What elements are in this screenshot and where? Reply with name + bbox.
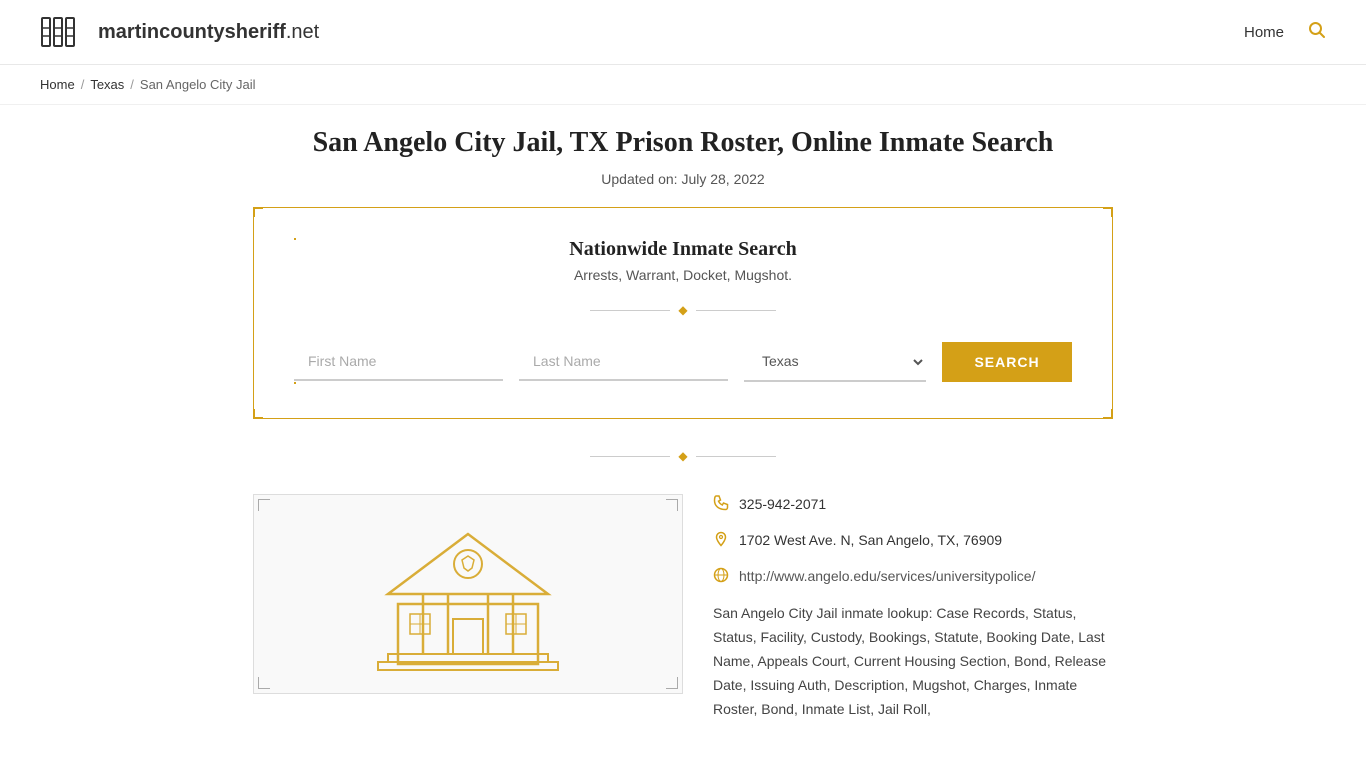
img-corner-br <box>666 677 678 689</box>
last-name-input[interactable] <box>519 343 728 381</box>
site-logo[interactable]: martincountysheriff.net <box>40 14 319 50</box>
search-fields: Texas Alabama Alaska Arizona Arkansas Ca… <box>294 342 1072 382</box>
website-link[interactable]: http://www.angelo.edu/services/universit… <box>739 566 1035 587</box>
phone-icon <box>713 495 729 516</box>
search-button[interactable]: SEARCH <box>942 342 1072 382</box>
description-text: San Angelo City Jail inmate lookup: Case… <box>713 602 1113 721</box>
main-content: San Angelo City Jail, TX Prison Roster, … <box>233 105 1133 741</box>
address-item: 1702 West Ave. N, San Angelo, TX, 76909 <box>713 530 1113 552</box>
logo-icon <box>40 14 88 50</box>
website-item: http://www.angelo.edu/services/universit… <box>713 566 1113 588</box>
state-select[interactable]: Texas Alabama Alaska Arizona Arkansas Ca… <box>744 342 926 382</box>
site-header: martincountysheriff.net Home <box>0 0 1366 65</box>
jail-contact-info: 325-942-2071 1702 West Ave. N, San Angel… <box>713 494 1113 721</box>
header-nav: Home <box>1244 21 1326 44</box>
img-corner-bl <box>258 677 270 689</box>
page-title: San Angelo City Jail, TX Prison Roster, … <box>253 125 1113 161</box>
diamond-icon-2: ◆ <box>678 449 687 464</box>
globe-icon <box>713 567 729 588</box>
location-icon <box>713 531 729 552</box>
search-box-title: Nationwide Inmate Search <box>294 238 1072 261</box>
img-corner-tl <box>258 499 270 511</box>
breadcrumb-sep-1: / <box>81 77 85 92</box>
phone-text: 325-942-2071 <box>739 494 826 515</box>
breadcrumb: Home / Texas / San Angelo City Jail <box>0 65 1366 105</box>
search-container: Nationwide Inmate Search Arrests, Warran… <box>253 207 1113 419</box>
nav-home[interactable]: Home <box>1244 24 1284 41</box>
breadcrumb-current: San Angelo City Jail <box>140 77 256 92</box>
divider: ◆ <box>294 303 1072 318</box>
search-icon <box>1308 21 1326 39</box>
breadcrumb-sep-2: / <box>130 77 134 92</box>
phone-item: 325-942-2071 <box>713 494 1113 516</box>
breadcrumb-home[interactable]: Home <box>40 77 75 92</box>
img-corner-tr <box>666 499 678 511</box>
breadcrumb-state[interactable]: Texas <box>90 77 124 92</box>
jail-image <box>253 494 683 694</box>
courthouse-icon <box>368 514 568 674</box>
logo-text: martincountysheriff.net <box>98 21 319 44</box>
header-search-button[interactable] <box>1308 21 1326 44</box>
first-name-input[interactable] <box>294 343 503 381</box>
bottom-divider: ◆ <box>253 449 1113 464</box>
info-section: 325-942-2071 1702 West Ave. N, San Angel… <box>253 494 1113 721</box>
diamond-icon: ◆ <box>678 303 687 318</box>
updated-date: Updated on: July 28, 2022 <box>253 171 1113 187</box>
address-text: 1702 West Ave. N, San Angelo, TX, 76909 <box>739 530 1002 551</box>
search-box-subtitle: Arrests, Warrant, Docket, Mugshot. <box>294 267 1072 283</box>
